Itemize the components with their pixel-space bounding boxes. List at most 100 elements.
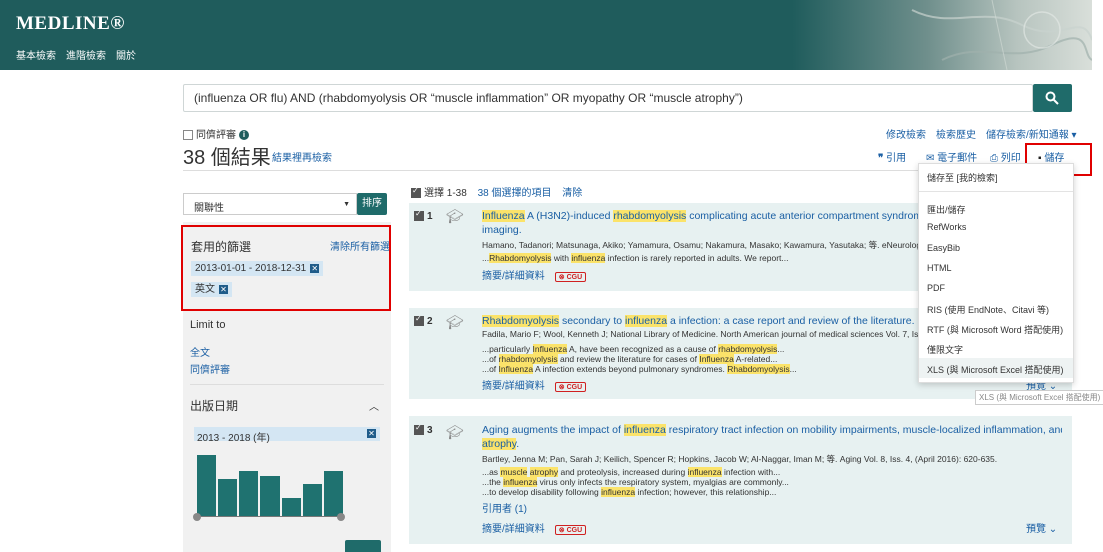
snippet-line: ...the influenza virus only infects the … bbox=[482, 477, 1062, 487]
header-banner bbox=[0, 0, 1092, 70]
text-segment: ...of bbox=[482, 354, 499, 364]
text-segment: a infection: a case report and review of… bbox=[667, 315, 915, 327]
nav-about[interactable]: 關於 bbox=[116, 47, 136, 62]
menu-item-rtf[interactable]: RTF (與 Microsoft Word 搭配使用) bbox=[927, 323, 1063, 336]
sort-button[interactable]: 排序 bbox=[357, 193, 387, 215]
text-segment: ...of bbox=[482, 364, 499, 374]
xls-tooltip: XLS (與 Microsoft Excel 搭配使用) bbox=[975, 390, 1103, 405]
histogram-bar bbox=[239, 471, 259, 516]
search-term-highlight: Rhabdomyolysis bbox=[482, 315, 560, 327]
cite-button[interactable]: ❞ 引用 bbox=[878, 149, 906, 164]
result-links: 摘要/詳細資料 ⊗ CGU bbox=[482, 377, 587, 392]
print-button[interactable]: ⎙ 列印 bbox=[990, 149, 1021, 164]
result-authors: Hamano, Tadanori; Matsunaga, Akiko; Yama… bbox=[482, 240, 918, 250]
search-term-highlight: influenza bbox=[687, 467, 722, 477]
menu-item-refworks[interactable]: RefWorks bbox=[927, 222, 966, 232]
result-title[interactable]: Aging augments the impact of influenza r… bbox=[482, 423, 1062, 437]
menu-item-html[interactable]: HTML bbox=[927, 263, 952, 273]
cited-by-link[interactable]: 引用者 (1) bbox=[482, 500, 527, 515]
cite-label: 引用 bbox=[886, 153, 907, 164]
histogram-bar bbox=[281, 498, 301, 516]
remove-date-icon[interactable]: ✕ bbox=[367, 429, 376, 438]
scholarly-journal-icon: 🎓︎ bbox=[446, 314, 464, 330]
histogram-bar bbox=[323, 471, 343, 516]
abstract-details-link[interactable]: 摘要/詳細資料 bbox=[482, 271, 545, 282]
text-segment: complicating acute anterior compartment … bbox=[689, 210, 922, 222]
result-checkbox[interactable]: 1 bbox=[414, 209, 433, 222]
search-term-highlight: influenza bbox=[571, 253, 606, 263]
nav-advanced-search[interactable]: 進階檢索 bbox=[66, 47, 106, 62]
result-title-line2[interactable]: imaging. bbox=[482, 223, 522, 237]
search-term-highlight: Influenza bbox=[532, 344, 568, 354]
search-term-highlight: rhabdomyolysis bbox=[613, 210, 687, 222]
clear-selection-link[interactable]: 清除 bbox=[562, 188, 582, 199]
menu-item-ris[interactable]: RIS (使用 EndNote、Citavi 等) bbox=[927, 303, 1049, 316]
abstract-details-link[interactable]: 摘要/詳細資料 bbox=[482, 381, 545, 392]
text-segment: infection is rarely reported in adults. … bbox=[605, 253, 789, 263]
result-title-line2[interactable]: atrophy. bbox=[482, 437, 519, 451]
text-segment: Aging augments the impact of bbox=[482, 424, 624, 436]
refine-search-link[interactable]: 結果裡再檢索 bbox=[272, 149, 332, 164]
menu-item-pdf[interactable]: PDF bbox=[927, 283, 945, 293]
search-term-highlight: rhabdomyolysis bbox=[718, 344, 778, 354]
slider-handle-left[interactable] bbox=[193, 513, 201, 521]
snippet-line: ...of Influenza A infection extends beyo… bbox=[482, 364, 918, 374]
search-history-link[interactable]: 檢索歷史 bbox=[936, 126, 976, 141]
info-icon[interactable]: i bbox=[239, 130, 249, 141]
peer-reviewed-toggle[interactable]: 同儕評審 i bbox=[183, 126, 249, 141]
update-button[interactable] bbox=[345, 540, 381, 552]
sort-value: 關聯性 bbox=[194, 203, 224, 214]
text-segment: . bbox=[516, 438, 520, 450]
text-segment: ...as bbox=[482, 467, 501, 477]
peer-reviewed-label: 同儕評審 bbox=[196, 130, 236, 141]
limit-full-text-link[interactable]: 全文 bbox=[190, 344, 210, 359]
snippet-line: ...as muscle atrophy and proteolysis, in… bbox=[482, 467, 1062, 477]
filters-callout-box bbox=[181, 225, 391, 311]
slider-handle-right[interactable] bbox=[337, 513, 345, 521]
result-title[interactable]: Influenza A (H3N2)-induced rhabdomyolysi… bbox=[482, 209, 922, 223]
menu-item-xls[interactable]: XLS (與 Microsoft Excel 搭配使用) bbox=[927, 363, 1064, 376]
cgu-link-button[interactable]: ⊗ CGU bbox=[554, 525, 587, 535]
search-term-highlight: influenza bbox=[601, 487, 636, 497]
chevron-up-icon[interactable]: ︿ bbox=[369, 398, 379, 413]
search-button[interactable] bbox=[1033, 84, 1072, 112]
result-checkbox[interactable]: 2 bbox=[414, 314, 433, 327]
search-input[interactable]: (influenza OR flu) AND (rhabdomyolysis O… bbox=[183, 84, 1033, 112]
email-button[interactable]: ✉ 電子郵件 bbox=[926, 149, 977, 164]
text-segment: A, have been recognized as a cause of bbox=[567, 344, 719, 354]
preview-button[interactable]: 預覽 ⌄ bbox=[1026, 520, 1057, 535]
text-segment: ...particularly bbox=[482, 344, 533, 354]
menu-item-save-to-my-research[interactable]: 儲存至 [我的檢索] bbox=[927, 171, 998, 184]
text-segment: ...the bbox=[482, 477, 504, 487]
limit-peer-reviewed-link[interactable]: 同儕評審 bbox=[190, 361, 230, 376]
text-segment: ... bbox=[777, 344, 785, 354]
menu-item-export-save[interactable]: 匯出/儲存 bbox=[927, 203, 966, 216]
text-segment: secondary to bbox=[559, 315, 625, 327]
menu-separator bbox=[919, 191, 1073, 192]
modify-search-link[interactable]: 修改檢索 bbox=[886, 126, 926, 141]
caret-down-icon: ▼ bbox=[343, 201, 350, 208]
result-title[interactable]: Rhabdomyolysis secondary to influenza a … bbox=[482, 314, 918, 328]
select-all-checkbox[interactable] bbox=[411, 186, 421, 199]
save-dropdown-menu: 儲存至 [我的檢索] 匯出/儲存 RefWorks EasyBib HTML P… bbox=[918, 163, 1074, 383]
menu-item-easybib[interactable]: EasyBib bbox=[927, 243, 960, 253]
cgu-link-button[interactable]: ⊗ CGU bbox=[554, 382, 587, 392]
text-segment: ...to develop disability following bbox=[482, 487, 602, 497]
selected-items-link[interactable]: 38 個選擇的項目 bbox=[478, 188, 552, 199]
result-checkbox[interactable]: 3 bbox=[414, 423, 433, 436]
result-snippets: ...particularly Influenza A, have been r… bbox=[482, 344, 918, 374]
sort-select[interactable]: 關聯性 ▼ bbox=[183, 193, 357, 215]
snippet-line: ...Rhabdomyolysis with influenza infecti… bbox=[482, 253, 918, 263]
peer-reviewed-checkbox[interactable] bbox=[183, 130, 193, 141]
abstract-details-link[interactable]: 摘要/詳細資料 bbox=[482, 524, 545, 535]
menu-item-text-only[interactable]: 僅限文字 bbox=[927, 343, 963, 356]
search-term-highlight: influenza bbox=[503, 477, 538, 487]
save-search-alert-link[interactable]: 儲存檢索/新知通報 ▾ bbox=[986, 126, 1077, 141]
text-segment: infection with... bbox=[721, 467, 781, 477]
text-segment: A (H3N2)-induced bbox=[524, 210, 614, 222]
search-term-highlight: influenza bbox=[625, 315, 668, 327]
nav-basic-search[interactable]: 基本檢索 bbox=[16, 47, 56, 62]
cgu-link-button[interactable]: ⊗ CGU bbox=[554, 272, 587, 282]
logo[interactable]: MEDLINE® bbox=[16, 13, 125, 35]
text-segment: virus only infects the respiratory syste… bbox=[537, 477, 789, 487]
